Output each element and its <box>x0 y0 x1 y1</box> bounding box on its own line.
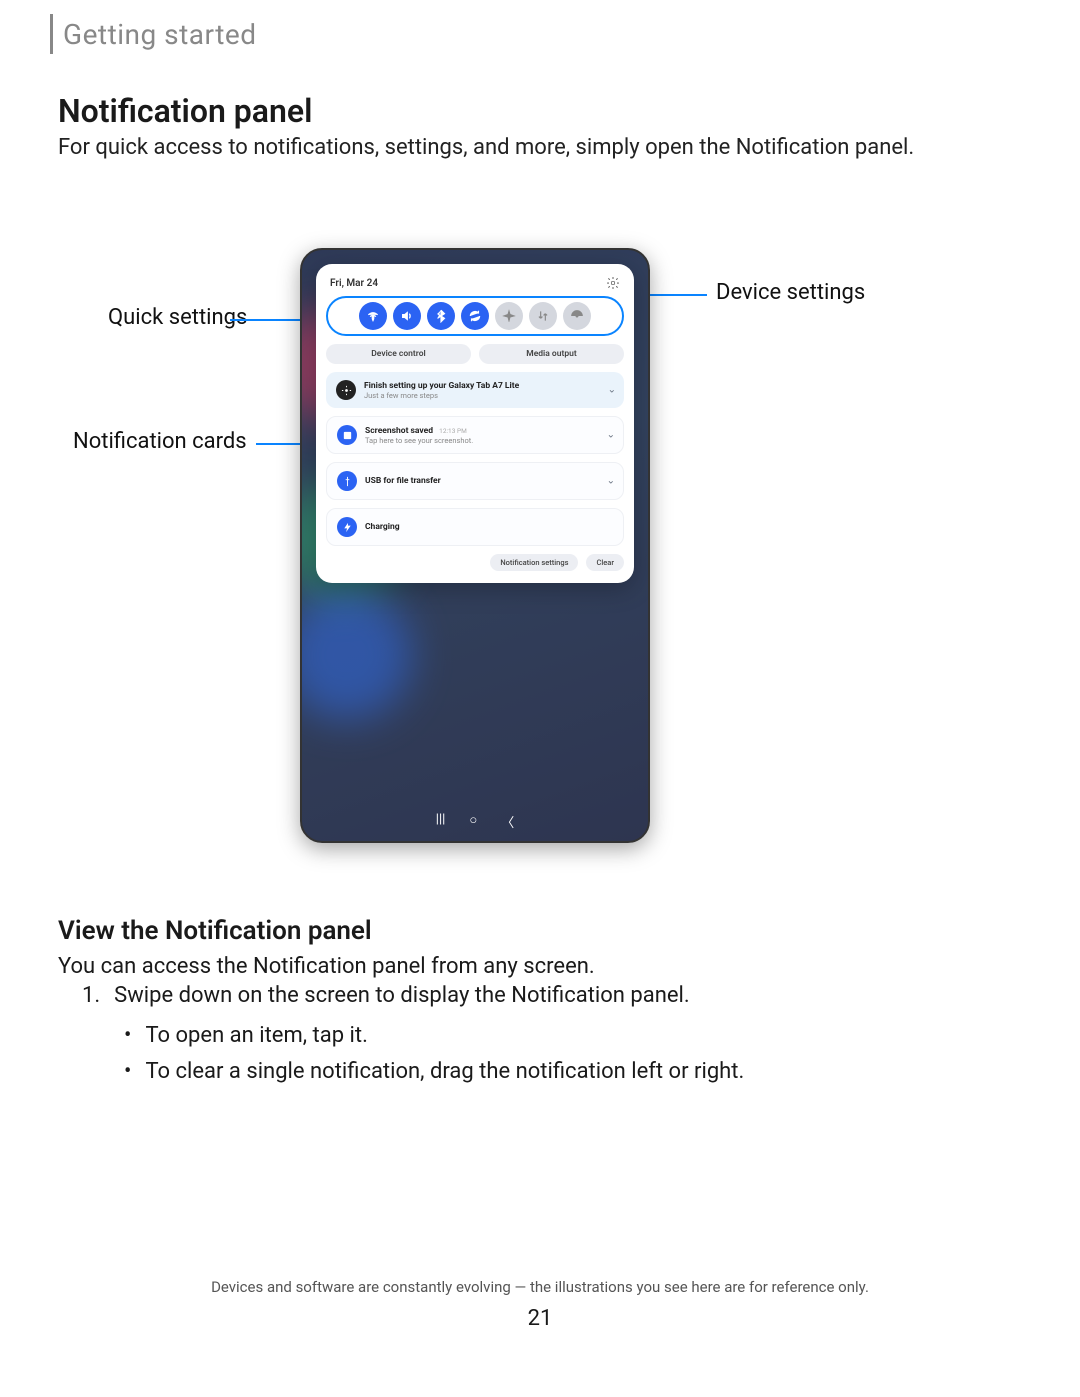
chevron-down-icon[interactable]: ⌄ <box>608 385 616 396</box>
notification-card[interactable]: Charging <box>326 508 624 546</box>
callout-notification-cards: Notification cards <box>73 429 247 454</box>
bolt-icon <box>337 517 357 537</box>
gear-icon[interactable] <box>606 276 620 290</box>
breadcrumb-text: Getting started <box>63 18 257 51</box>
bg-blob <box>300 590 412 720</box>
recents-icon[interactable]: ||| <box>436 812 446 831</box>
quick-settings-row[interactable] <box>326 296 624 336</box>
back-icon[interactable]: 〈 <box>501 812 514 831</box>
nav-bar[interactable]: ||| ○ 〈 <box>302 812 648 831</box>
notification-card[interactable]: Finish setting up your Galaxy Tab A7 Lit… <box>326 372 624 408</box>
notification-card[interactable]: Screenshot saved 12:13 PM Tap here to se… <box>326 416 624 454</box>
callout-quick-settings: Quick settings <box>108 305 247 330</box>
wifi-icon[interactable] <box>359 302 387 330</box>
card-title: Finish setting up your Galaxy Tab A7 Lit… <box>364 381 519 391</box>
image-icon <box>337 425 357 445</box>
airplane-icon[interactable] <box>495 302 523 330</box>
page-number: 21 <box>0 1306 1080 1331</box>
card-title: USB for file transfer <box>365 476 441 486</box>
step-item: Swipe down on the screen to display the … <box>82 978 744 1014</box>
media-output-button[interactable]: Media output <box>479 344 624 364</box>
page-title: Notification panel <box>58 92 312 130</box>
card-timestamp: 12:13 PM <box>439 427 467 435</box>
section-heading: View the Notification panel <box>58 916 372 946</box>
gear-icon <box>336 380 356 400</box>
footnote: Devices and software are constantly evol… <box>0 1278 1080 1296</box>
notification-settings-button[interactable]: Notification settings <box>490 554 578 571</box>
bullet-item: To open an item, tap it. <box>124 1018 744 1054</box>
autorotate-icon[interactable] <box>461 302 489 330</box>
card-sub: Just a few more steps <box>364 391 519 400</box>
chevron-down-icon[interactable]: ⌄ <box>607 476 615 487</box>
device-mock: Fri, Mar 24 Device control Media output <box>300 248 650 843</box>
usb-icon <box>337 471 357 491</box>
breadcrumb: Getting started <box>50 14 257 54</box>
card-sub: Tap here to see your screenshot. <box>365 436 473 445</box>
callout-device-settings: Device settings <box>716 280 865 305</box>
card-title: Screenshot saved 12:13 PM <box>365 426 473 436</box>
volume-icon[interactable] <box>393 302 421 330</box>
notification-card[interactable]: USB for file transfer ⌄ <box>326 462 624 500</box>
data-icon[interactable] <box>529 302 557 330</box>
bluetooth-icon[interactable] <box>427 302 455 330</box>
bullet-item: To clear a single notification, drag the… <box>124 1054 744 1090</box>
card-title: Charging <box>365 522 400 532</box>
device-control-button[interactable]: Device control <box>326 344 471 364</box>
hotspot-icon[interactable] <box>563 302 591 330</box>
intro-paragraph: For quick access to notifications, setti… <box>58 133 958 163</box>
notification-panel[interactable]: Fri, Mar 24 Device control Media output <box>316 264 634 583</box>
chevron-down-icon[interactable]: ⌄ <box>607 430 615 441</box>
panel-date: Fri, Mar 24 <box>330 278 378 289</box>
steps-list: Swipe down on the screen to display the … <box>82 978 744 1090</box>
clear-button[interactable]: Clear <box>586 554 624 571</box>
home-icon[interactable]: ○ <box>469 812 477 831</box>
